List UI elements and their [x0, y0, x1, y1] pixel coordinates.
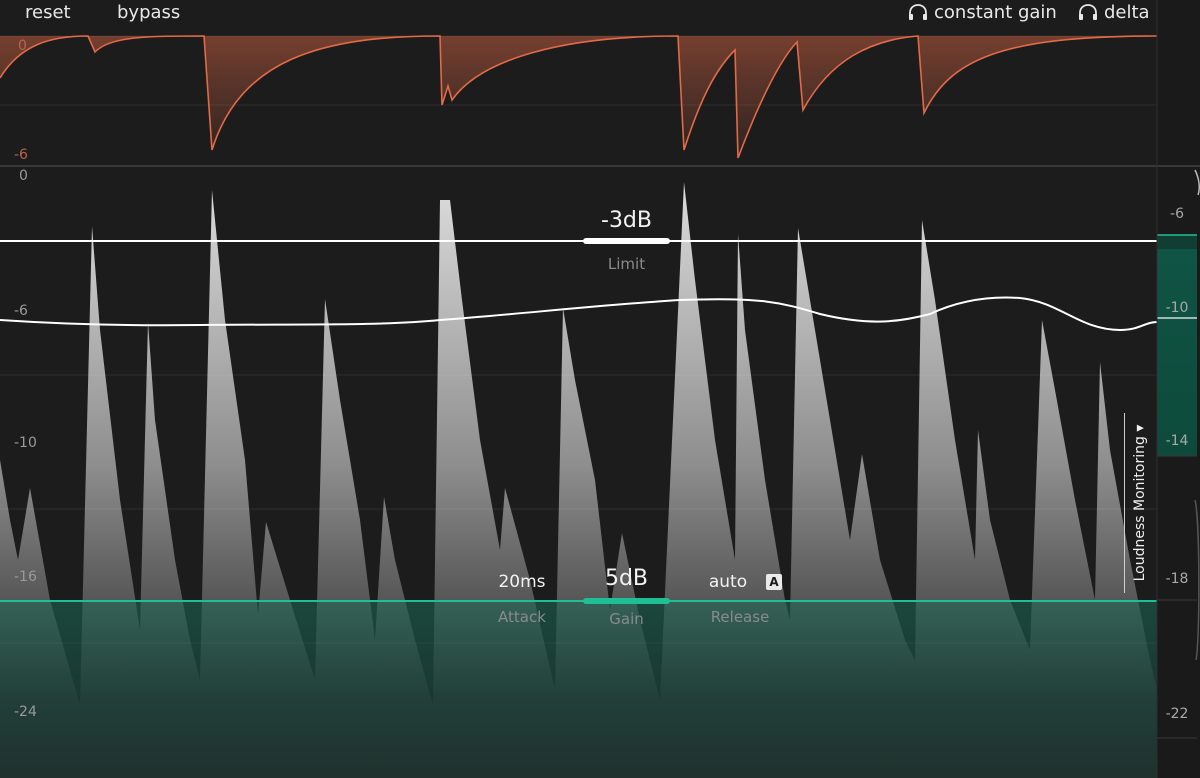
meter-axis-label: -6: [1170, 206, 1184, 222]
limiter-plugin-window: reset bypass constant gain delta 0 -6 0 …: [0, 0, 1200, 778]
release-value[interactable]: auto: [698, 572, 758, 592]
limit-value[interactable]: -3dB: [583, 208, 670, 233]
meter-axis-label: -10: [1165, 300, 1189, 316]
constant-gain-toggle[interactable]: constant gain: [908, 2, 1057, 23]
level-axis-label: -6: [14, 303, 28, 319]
auto-release-badge[interactable]: A: [766, 574, 782, 590]
gain-handle[interactable]: [583, 598, 670, 604]
gr-axis-label: -6: [14, 147, 28, 163]
attack-value[interactable]: 20ms: [472, 572, 572, 592]
loudness-monitoring-label: Loudness Monitoring ▾: [1132, 424, 1148, 582]
level-axis-label: -16: [14, 569, 37, 585]
level-axis-label: 0: [19, 168, 28, 184]
gain-threshold-area: [0, 601, 1157, 778]
level-axis-label: -10: [14, 435, 37, 451]
constant-gain-label: constant gain: [934, 2, 1057, 23]
gain-label: Gain: [609, 610, 644, 628]
bypass-button[interactable]: bypass: [117, 2, 180, 23]
loudness-monitoring-toggle[interactable]: Loudness Monitoring ▾: [1124, 413, 1155, 593]
delta-toggle[interactable]: delta: [1078, 2, 1150, 23]
meter-axis-label: -22: [1165, 706, 1189, 722]
limit-handle[interactable]: [583, 238, 670, 244]
limit-label: Limit: [607, 255, 646, 273]
meter-axis-label: -14: [1165, 433, 1189, 449]
headphones-icon: [909, 4, 927, 20]
gain-value[interactable]: 5dB: [583, 566, 670, 591]
reset-button[interactable]: reset: [25, 2, 71, 23]
delta-label: delta: [1104, 2, 1150, 23]
level-axis-label: -24: [14, 704, 37, 720]
attack-label: Attack: [498, 608, 546, 626]
release-label: Release: [710, 608, 770, 626]
headphones-icon: [1079, 4, 1097, 20]
gr-axis-label: 0: [18, 38, 27, 54]
waveform-display: [0, 0, 1200, 778]
meter-axis-label: -18: [1165, 571, 1189, 587]
